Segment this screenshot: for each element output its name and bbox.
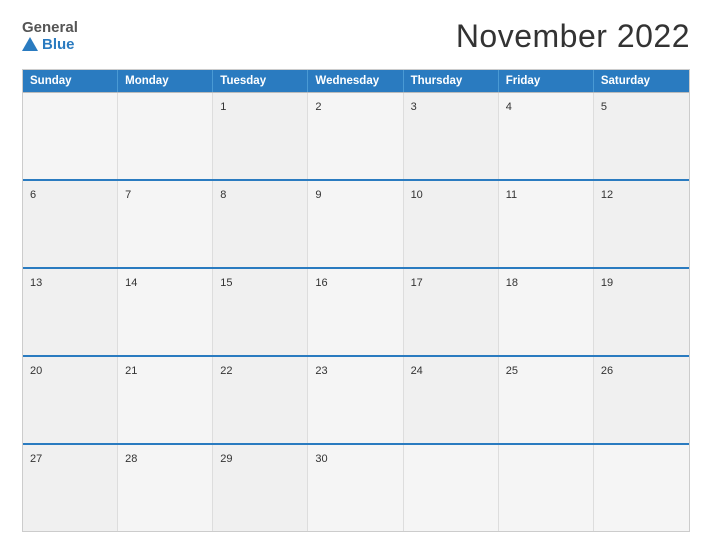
day-number: 11 xyxy=(506,189,517,201)
day-number: 12 xyxy=(601,189,613,201)
day-header-friday: Friday xyxy=(499,70,594,92)
logo: General Blue xyxy=(22,20,78,54)
day-cell: 23 xyxy=(308,357,403,443)
day-cell xyxy=(499,445,594,531)
day-number: 23 xyxy=(315,365,327,377)
week-row-4: 20 21 22 23 24 25 26 xyxy=(23,355,689,443)
day-number: 9 xyxy=(315,189,321,201)
day-cell: 22 xyxy=(213,357,308,443)
day-cell: 26 xyxy=(594,357,689,443)
day-cell: 29 xyxy=(213,445,308,531)
day-cell: 25 xyxy=(499,357,594,443)
week-row-1: 1 2 3 4 5 xyxy=(23,92,689,179)
day-cell: 10 xyxy=(404,181,499,267)
day-number: 28 xyxy=(125,453,137,465)
calendar: SundayMondayTuesdayWednesdayThursdayFrid… xyxy=(22,69,690,532)
day-header-saturday: Saturday xyxy=(594,70,689,92)
day-number: 10 xyxy=(411,189,423,201)
day-cell: 14 xyxy=(118,269,213,355)
day-cell: 7 xyxy=(118,181,213,267)
day-number: 24 xyxy=(411,365,423,377)
day-header-monday: Monday xyxy=(118,70,213,92)
day-cell: 24 xyxy=(404,357,499,443)
day-header-thursday: Thursday xyxy=(404,70,499,92)
day-cell xyxy=(23,93,118,179)
day-cell: 16 xyxy=(308,269,403,355)
day-number: 19 xyxy=(601,277,613,289)
weeks: 1234567891011121314151617181920212223242… xyxy=(23,92,689,531)
day-number: 30 xyxy=(315,453,327,465)
day-cell: 30 xyxy=(308,445,403,531)
day-number: 1 xyxy=(220,101,226,113)
day-number: 6 xyxy=(30,189,36,201)
day-number: 20 xyxy=(30,365,42,377)
day-cell: 4 xyxy=(499,93,594,179)
day-number: 14 xyxy=(125,277,137,289)
day-number: 13 xyxy=(30,277,42,289)
day-header-wednesday: Wednesday xyxy=(308,70,403,92)
day-cell: 9 xyxy=(308,181,403,267)
day-number: 18 xyxy=(506,277,518,289)
day-number: 27 xyxy=(30,453,42,465)
day-number: 15 xyxy=(220,277,232,289)
day-cell: 27 xyxy=(23,445,118,531)
header: General Blue November 2022 xyxy=(22,18,690,55)
week-row-3: 13 14 15 16 17 18 19 xyxy=(23,267,689,355)
week-row-2: 6 7 8 9 10 11 12 xyxy=(23,179,689,267)
day-cell: 5 xyxy=(594,93,689,179)
day-number: 21 xyxy=(125,365,137,377)
day-cell: 15 xyxy=(213,269,308,355)
day-cell xyxy=(404,445,499,531)
day-cell: 6 xyxy=(23,181,118,267)
day-headers: SundayMondayTuesdayWednesdayThursdayFrid… xyxy=(23,70,689,92)
day-number: 3 xyxy=(411,101,417,113)
day-cell: 3 xyxy=(404,93,499,179)
day-number: 29 xyxy=(220,453,232,465)
day-cell: 21 xyxy=(118,357,213,443)
day-number: 8 xyxy=(220,189,226,201)
logo-triangle-icon xyxy=(22,37,38,51)
day-number: 22 xyxy=(220,365,232,377)
day-header-sunday: Sunday xyxy=(23,70,118,92)
day-number: 25 xyxy=(506,365,518,377)
day-cell: 18 xyxy=(499,269,594,355)
logo-blue-text: Blue xyxy=(42,36,75,53)
day-cell: 12 xyxy=(594,181,689,267)
day-cell: 1 xyxy=(213,93,308,179)
calendar-title: November 2022 xyxy=(456,18,690,55)
day-cell xyxy=(118,93,213,179)
day-cell: 11 xyxy=(499,181,594,267)
day-cell xyxy=(594,445,689,531)
day-cell: 19 xyxy=(594,269,689,355)
day-number: 2 xyxy=(315,101,321,113)
day-number: 5 xyxy=(601,101,607,113)
day-cell: 17 xyxy=(404,269,499,355)
day-number: 26 xyxy=(601,365,613,377)
day-header-tuesday: Tuesday xyxy=(213,70,308,92)
logo-general-text: General xyxy=(22,20,78,37)
calendar-page: General Blue November 2022 SundayMondayT… xyxy=(0,0,712,550)
day-number: 17 xyxy=(411,277,423,289)
day-cell: 28 xyxy=(118,445,213,531)
day-cell: 8 xyxy=(213,181,308,267)
day-cell: 20 xyxy=(23,357,118,443)
day-cell: 2 xyxy=(308,93,403,179)
day-number: 16 xyxy=(315,277,327,289)
day-number: 7 xyxy=(125,189,131,201)
day-cell: 13 xyxy=(23,269,118,355)
logo-blue-row: Blue xyxy=(22,36,75,53)
day-number: 4 xyxy=(506,101,512,113)
week-row-5: 27 28 29 30 xyxy=(23,443,689,531)
